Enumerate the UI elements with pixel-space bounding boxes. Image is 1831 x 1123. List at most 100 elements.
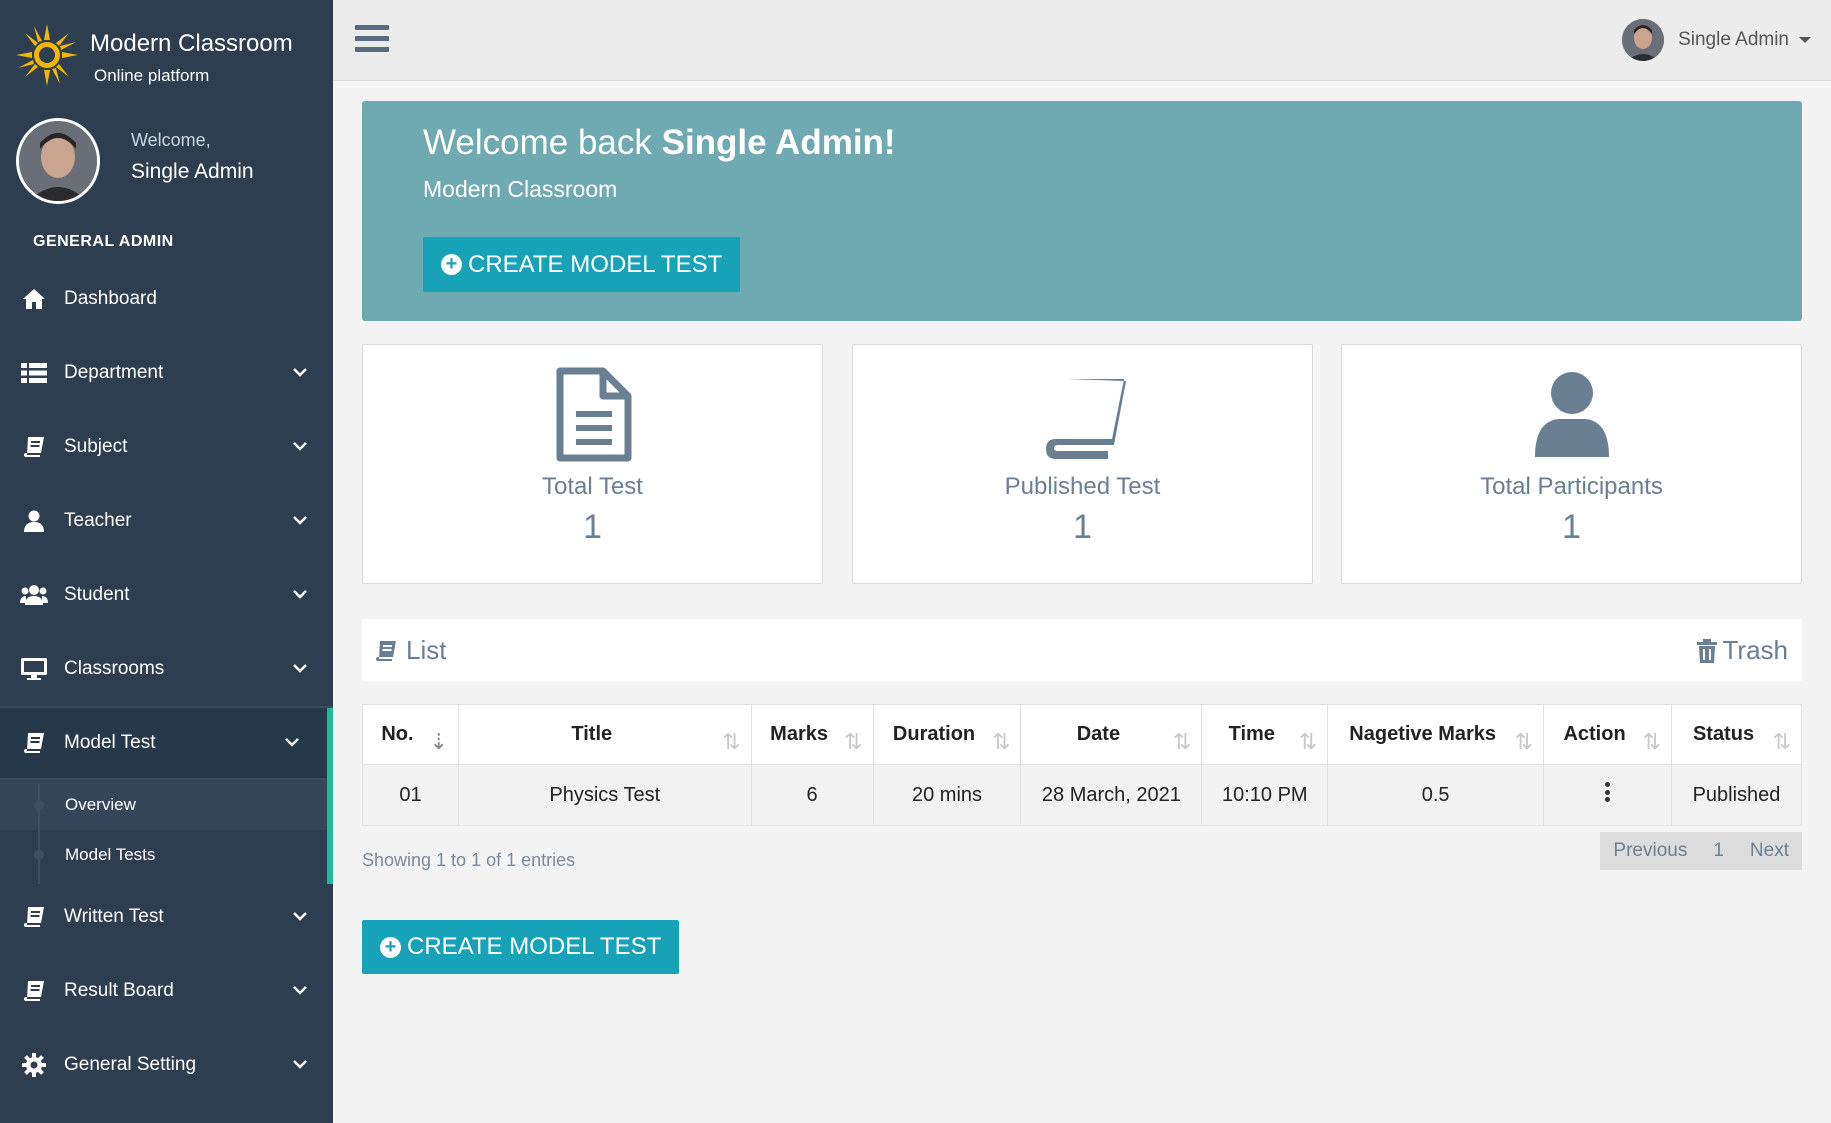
more-vertical-icon[interactable] xyxy=(1604,782,1611,802)
sidebar-item-general-setting[interactable]: General Setting xyxy=(0,1028,333,1102)
welcome-title: Welcome back Single Admin! xyxy=(423,123,896,163)
desktop-icon xyxy=(20,657,48,681)
sort-icon: ⇅ xyxy=(722,729,741,754)
top-bar: Single Admin xyxy=(333,0,1831,81)
sidebar-item-teacher[interactable]: Teacher xyxy=(0,484,333,558)
sidebar-item-label: Written Test xyxy=(64,906,164,927)
user-photo-icon xyxy=(19,121,97,201)
column-header-label: Nagetive Marks xyxy=(1349,723,1497,745)
create-model-test-button-bottom[interactable]: + CREATE MODEL TEST xyxy=(362,920,680,974)
sidebar-item-written-test[interactable]: Written Test xyxy=(0,880,333,954)
chevron-down-icon xyxy=(293,516,307,525)
column-header-title[interactable]: Title ⇅ xyxy=(457,704,752,765)
trash-link[interactable]: Trash xyxy=(1696,635,1788,666)
sidebar-item-label: Subject xyxy=(64,436,128,457)
column-header-marks[interactable]: Marks ⇅ xyxy=(750,704,874,765)
sidebar-item-classrooms[interactable]: Classrooms xyxy=(0,632,333,706)
sort-icon: ⇅ xyxy=(992,729,1011,754)
column-header-no[interactable]: No. ⇣ xyxy=(362,704,459,765)
column-header-label: Time xyxy=(1228,723,1275,745)
pagination-page[interactable]: 1 xyxy=(1700,840,1737,862)
cell-title: Physics Test xyxy=(457,764,752,826)
stat-label: Total Test xyxy=(542,473,643,500)
sidebar-section-title: GENERAL ADMIN xyxy=(33,233,174,250)
sidebar-item-label: Classrooms xyxy=(64,658,165,679)
cell-time: 10:10 PM xyxy=(1201,764,1329,826)
user-photo-icon xyxy=(1622,19,1665,61)
sidebar-item-dashboard[interactable]: Dashboard xyxy=(0,262,333,336)
column-header-time[interactable]: Time ⇅ xyxy=(1201,704,1329,765)
submenu-guide-line xyxy=(38,784,40,884)
sidebar-profile: Welcome, Single Admin xyxy=(16,118,316,208)
sidebar-item-result-board[interactable]: Result Board xyxy=(0,954,333,1028)
create-model-test-button[interactable]: + CREATE MODEL TEST xyxy=(423,237,741,292)
cell-negative-marks: 0.5 xyxy=(1327,764,1545,826)
stat-label: Total Participants xyxy=(1480,473,1663,500)
avatar xyxy=(1622,19,1665,61)
button-label: CREATE MODEL TEST xyxy=(468,250,723,278)
sidebar-item-department[interactable]: Department xyxy=(0,336,333,410)
welcome-title-prefix: Welcome back xyxy=(423,123,662,162)
user-icon xyxy=(1534,372,1609,457)
pagination-next[interactable]: Next xyxy=(1737,840,1802,862)
stat-value: 1 xyxy=(1073,508,1092,546)
stat-card-total-test: Total Test 1 xyxy=(362,344,823,584)
plus-circle-icon: + xyxy=(441,254,462,275)
sidebar-item-label: Model Test xyxy=(64,732,156,753)
column-header-negative-marks[interactable]: Nagetive Marks ⇅ xyxy=(1327,704,1545,765)
submenu-item-label: Overview xyxy=(65,795,136,814)
sort-icon: ⇅ xyxy=(1772,729,1791,754)
column-header-status[interactable]: Status ⇅ xyxy=(1671,704,1802,765)
column-header-duration[interactable]: Duration ⇅ xyxy=(872,704,1022,765)
model-test-submenu: Overview Model Tests xyxy=(0,780,333,880)
cell-marks: 6 xyxy=(750,764,874,826)
column-header-label: Action xyxy=(1563,723,1626,745)
home-icon xyxy=(20,287,48,311)
list-icon xyxy=(20,361,48,385)
active-menu-indicator xyxy=(327,708,333,884)
cell-date: 28 March, 2021 xyxy=(1020,764,1203,826)
sidebar-nav: Dashboard Department Subject Teacher Stu… xyxy=(0,262,333,1102)
column-header-label: Status xyxy=(1692,723,1755,745)
welcome-subtitle: Modern Classroom xyxy=(423,176,618,202)
sidebar-item-label: Department xyxy=(64,362,164,383)
sidebar-item-label: Student xyxy=(64,584,130,605)
book-icon xyxy=(1045,379,1126,459)
sidebar-item-label: Dashboard xyxy=(64,288,157,309)
sort-icon: ⇅ xyxy=(844,729,863,754)
user-icon xyxy=(20,509,48,533)
submenu-item-overview[interactable]: Overview xyxy=(0,780,333,830)
sidebar: Modern Classroom Online platform Welcome… xyxy=(0,0,333,1123)
avatar[interactable] xyxy=(16,118,100,204)
book-icon xyxy=(20,435,48,459)
sort-icon: ⇅ xyxy=(1514,729,1534,754)
cell-no: 01 xyxy=(362,764,459,826)
sort-icon: ⇣ xyxy=(429,729,448,754)
list-header: List Trash xyxy=(362,619,1802,681)
cell-duration: 20 mins xyxy=(872,764,1022,826)
button-label: CREATE MODEL TEST xyxy=(407,933,662,960)
plus-circle-icon: + xyxy=(380,936,401,958)
sidebar-item-label: Teacher xyxy=(64,510,132,531)
sort-icon: ⇅ xyxy=(1172,729,1192,754)
sidebar-item-model-test[interactable]: Model Test xyxy=(0,706,333,780)
user-menu[interactable]: Single Admin xyxy=(1622,18,1811,62)
sun-logo-icon xyxy=(16,24,78,86)
chevron-down-icon xyxy=(293,912,307,921)
column-header-date[interactable]: Date ⇅ xyxy=(1020,704,1203,765)
profile-name: Single Admin xyxy=(131,160,254,183)
stat-card-published-test: Published Test 1 xyxy=(852,344,1313,584)
submenu-item-model-tests[interactable]: Model Tests xyxy=(0,830,333,880)
sidebar-item-student[interactable]: Student xyxy=(0,558,333,632)
brand[interactable]: Modern Classroom Online platform xyxy=(14,22,324,92)
pagination-previous[interactable]: Previous xyxy=(1600,840,1700,862)
column-header-action[interactable]: Action ⇅ xyxy=(1543,704,1673,765)
column-header-label: Marks xyxy=(770,723,828,745)
hamburger-menu-icon[interactable] xyxy=(355,25,389,53)
stat-card-total-participants: Total Participants 1 xyxy=(1341,344,1802,584)
user-menu-name: Single Admin xyxy=(1678,29,1789,50)
brand-tagline: Online platform xyxy=(94,66,210,85)
column-header-label: Duration xyxy=(892,723,976,745)
chevron-down-icon xyxy=(293,368,307,377)
sidebar-item-subject[interactable]: Subject xyxy=(0,410,333,484)
